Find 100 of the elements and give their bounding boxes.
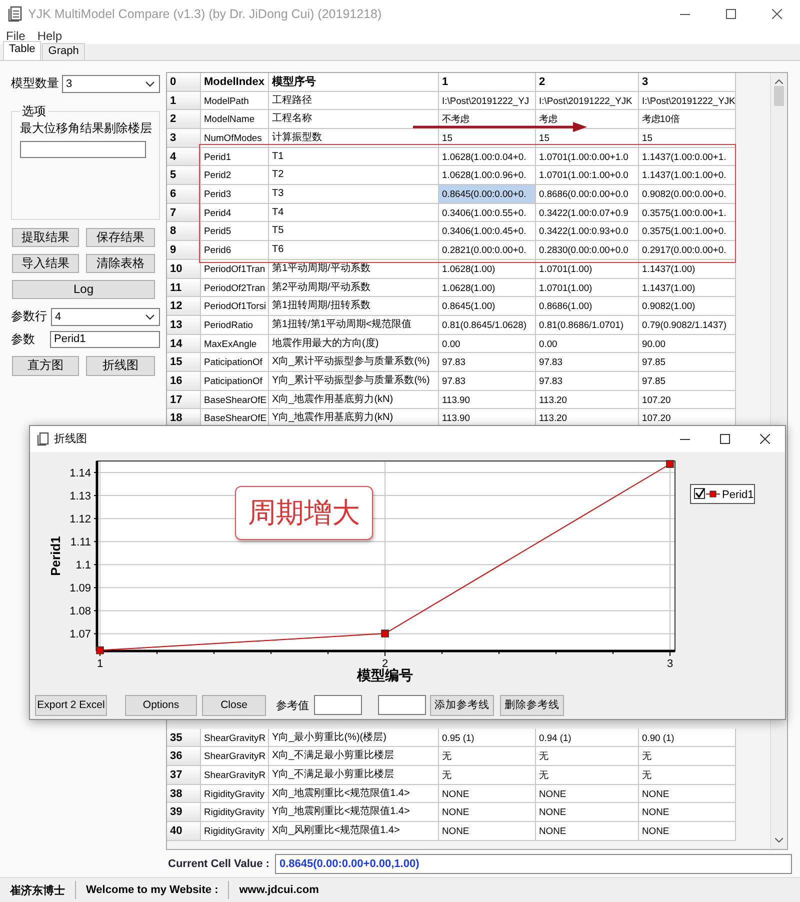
table-cell: 考虑10倍 — [639, 110, 736, 130]
table-cell: 0.2830(0.00:0.00+0.0 — [536, 241, 639, 260]
row-header: 36 — [167, 747, 201, 766]
table-cell: T2 — [269, 166, 439, 186]
input-field[interactable] — [20, 140, 146, 158]
input-field[interactable] — [378, 695, 426, 716]
status-text: Welcome to my Website : — [85, 884, 220, 896]
maximize-icon[interactable] — [720, 434, 730, 444]
row-header: 14 — [167, 334, 201, 354]
column-header: 1 — [439, 72, 536, 92]
y-tick-label: 1.08 — [70, 605, 91, 618]
table-cell: NONE — [439, 803, 536, 822]
table-cell: ModelName — [201, 110, 269, 130]
y-tick-label: 1.09 — [70, 582, 91, 594]
table-cell: 计算振型数 — [269, 129, 439, 148]
table-cell: 97.83 — [536, 372, 639, 391]
table-cell: X向_累计平动振型参与质量系数(%) — [269, 353, 439, 372]
table-cell: 0.3406(1.00:0.45+0. — [439, 222, 536, 242]
row-header: 39 — [167, 803, 201, 822]
table-cell: 1.0701(1.00:1.00+0.0 — [536, 166, 639, 186]
caret-icon — [145, 314, 155, 320]
dialog-button[interactable]: 添加参考线 — [430, 694, 494, 716]
close-icon[interactable] — [772, 8, 782, 19]
x-tick-label: 1 — [96, 658, 104, 670]
table-cell: 0.2821(0.00:0.00+0. — [439, 241, 536, 260]
y-tick-label: 1.11 — [70, 536, 91, 548]
field-label: 最大位移角结果剔除楼层 — [20, 120, 153, 137]
row-header: 4 — [167, 148, 201, 166]
tab[interactable]: Table — [3, 40, 42, 60]
tab[interactable]: Graph — [42, 42, 85, 60]
dropdown[interactable]: 4 — [51, 308, 160, 326]
scrollbar-thumb[interactable] — [774, 86, 784, 106]
maximize-icon[interactable] — [726, 8, 736, 19]
table-cell: 1.0628(1.00) — [439, 278, 536, 298]
row-header: 9 — [167, 241, 201, 260]
table-cell: X向_风刚重比<规范限值1.4> — [269, 822, 439, 841]
table-cell: 113.90 — [439, 390, 536, 410]
table-cell: T6 — [269, 241, 439, 260]
table-cell: NONE — [639, 803, 736, 822]
action-button[interactable]: 导入结果 — [12, 254, 79, 273]
legend-checkbox[interactable] — [694, 488, 705, 499]
row-header: 12 — [167, 297, 201, 316]
table-cell: 1.1437(1.00) — [639, 278, 736, 298]
table-cell: T4 — [269, 204, 439, 222]
caret-icon — [145, 80, 155, 87]
scroll-down-icon[interactable] — [775, 838, 783, 843]
dropdown[interactable]: 3 — [62, 74, 160, 93]
table-cell: 无 — [439, 766, 536, 785]
table-cell: BaseShearOfE — [201, 390, 269, 410]
field-label: 参数行 — [11, 308, 47, 326]
table-cell: 1.0628(1.00:0.96+0. — [439, 166, 536, 186]
table-cell: 0.8686(0.00:0.00+0.0 — [536, 185, 639, 204]
table-cell: 15 — [639, 129, 736, 148]
input-field[interactable]: Perid1 — [50, 330, 160, 348]
table-cell: X向_不满足最小剪重比楼层 — [269, 747, 439, 766]
dialog-button[interactable]: Close — [202, 694, 266, 716]
table-cell: I:\Post\20191222_YJK — [536, 92, 639, 110]
log-button[interactable]: Log — [12, 280, 155, 299]
menu-item[interactable]: File — [6, 28, 26, 43]
row-header: 37 — [167, 766, 201, 785]
table-cell: 0.9082(1.00) — [639, 297, 736, 316]
table-cell: I:\Post\20191222_YJK — [639, 92, 736, 110]
row-header: 0 — [167, 72, 201, 92]
table-cell: 第1扭转/第1平动周期<规范限值 — [269, 316, 439, 335]
table-cell: 第1扭转周期/扭转系数 — [269, 297, 439, 316]
callout-note: 周期增大 — [235, 486, 373, 540]
row-header: 16 — [167, 372, 201, 391]
table-cell: RigidityGravity — [201, 803, 269, 822]
value-field[interactable]: 0.8645(0.00:0.00+0.00,1.00) — [275, 854, 792, 874]
dialog-button[interactable]: Export 2 Excel — [35, 694, 107, 716]
table-cell: 0.81(0.8645/1.0628) — [439, 316, 536, 335]
table-cell: Y向_不满足最小剪重比楼层 — [269, 766, 439, 785]
table-cell: ShearGravityR — [201, 728, 269, 748]
row-header: 10 — [167, 260, 201, 279]
table-cell: 15 — [536, 129, 639, 148]
table-cell: Y向_最小剪重比(%)(楼层) — [269, 728, 439, 748]
table-cell: 0.8645(1.00) — [439, 297, 536, 316]
close-icon[interactable] — [760, 434, 770, 444]
table-cell: 0.94 (1) — [536, 728, 639, 748]
table-cell: 0.79(0.9082/1.1437) — [639, 316, 736, 335]
table-cell: X向_地震作用基底剪力(kN) — [269, 390, 439, 410]
action-button[interactable]: 清除表格 — [86, 254, 155, 273]
table-cell: Perid5 — [201, 222, 269, 242]
dialog-button[interactable]: 删除参考线 — [500, 694, 564, 716]
column-header: ModelIndex — [201, 72, 269, 92]
table-cell: 97.85 — [639, 353, 736, 372]
input-field[interactable] — [314, 695, 362, 716]
menu-item[interactable]: Help — [37, 28, 62, 43]
axis-title: Perid1 — [48, 536, 63, 576]
action-button[interactable]: 保存结果 — [86, 228, 155, 247]
group-title: 选项 — [21, 102, 47, 120]
action-button[interactable]: 提取结果 — [12, 228, 79, 247]
scroll-up-icon[interactable] — [775, 78, 783, 84]
field-label: Current Cell Value : — [168, 858, 270, 870]
chart-button[interactable]: 直方图 — [12, 356, 79, 376]
row-header: 11 — [167, 278, 201, 298]
chart-button[interactable]: 折线图 — [86, 356, 155, 376]
dialog-button[interactable]: Options — [125, 694, 197, 716]
table-cell: X向_地震刚重比<规范限值1.4> — [269, 784, 439, 804]
table-cell: RigidityGravity — [201, 784, 269, 804]
